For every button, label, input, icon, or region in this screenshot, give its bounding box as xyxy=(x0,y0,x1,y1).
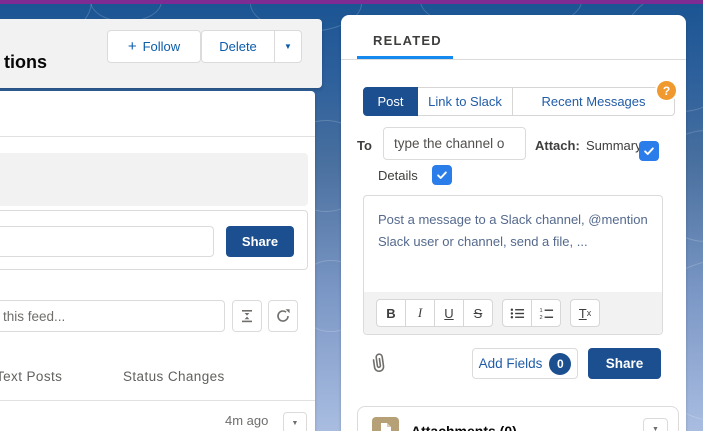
message-composer[interactable]: Post a message to a Slack channel, @ment… xyxy=(363,195,663,335)
feed-panel: Share Text Posts Status Changes 4m ago ▼ xyxy=(0,91,315,431)
related-panel: RELATED Post Link to Slack Recent Messag… xyxy=(341,15,686,431)
chevron-down-icon: ▼ xyxy=(284,42,292,51)
tab-link-to-slack[interactable]: Link to Slack xyxy=(418,87,513,116)
follow-label: Follow xyxy=(143,39,181,54)
feed-share-button[interactable]: Share xyxy=(226,226,294,257)
feed-filter-status-changes[interactable]: Status Changes xyxy=(123,369,225,384)
record-header-card: tions + Follow Delete ▼ xyxy=(0,19,322,88)
italic-button[interactable]: I xyxy=(405,299,435,327)
clear-format-x: x xyxy=(587,308,592,318)
summary-label: Summary xyxy=(586,138,642,153)
details-label: Details xyxy=(378,168,418,183)
publisher-input[interactable] xyxy=(0,226,214,257)
attach-file-button[interactable] xyxy=(367,351,387,380)
tab-recent-messages[interactable]: Recent Messages xyxy=(513,87,675,116)
message-placeholder: Post a message to a Slack channel, @ment… xyxy=(378,209,656,253)
paperclip-icon xyxy=(365,350,388,377)
publisher-box: Share xyxy=(0,210,308,270)
attachments-icon xyxy=(372,417,399,431)
remove-formatting-button[interactable]: Tx xyxy=(570,299,600,327)
help-badge[interactable]: ? xyxy=(657,81,676,100)
add-fields-button[interactable]: Add Fields 0 xyxy=(472,348,578,379)
post-timestamp: 4m ago xyxy=(225,413,268,428)
numbered-list-icon: 1 2 xyxy=(539,307,554,320)
app-canvas: tions + Follow Delete ▼ Share xyxy=(0,0,703,431)
underline-button[interactable]: U xyxy=(434,299,464,327)
clear-format-group: Tx xyxy=(570,299,600,327)
attach-label: Attach: xyxy=(535,138,580,153)
attachments-title: Attachments (0) xyxy=(411,423,517,431)
bullet-list-button[interactable] xyxy=(502,299,532,327)
publisher-toolbar-area xyxy=(0,153,308,206)
top-accent-bar xyxy=(0,0,703,4)
feed-search-input[interactable] xyxy=(0,300,225,332)
list-group: 1 2 xyxy=(502,299,561,327)
text-style-group: B I U S xyxy=(376,299,493,327)
svg-text:1: 1 xyxy=(539,308,542,314)
check-icon xyxy=(643,145,655,157)
chevron-down-icon: ▼ xyxy=(652,426,659,431)
clear-format-t: T xyxy=(579,306,587,321)
attachments-dropdown-button[interactable]: ▼ xyxy=(643,418,668,431)
chevron-down-icon: ▼ xyxy=(292,420,299,427)
check-icon xyxy=(436,169,448,181)
slack-tab-group: Post Link to Slack Recent Messages xyxy=(363,87,675,116)
tab-related[interactable]: RELATED xyxy=(373,33,442,48)
attachments-card: Attachments (0) ▼ xyxy=(357,406,679,431)
collapse-posts-button[interactable] xyxy=(232,300,262,332)
summary-checkbox[interactable] xyxy=(639,141,659,161)
details-checkbox[interactable] xyxy=(432,165,452,185)
delete-button-group: Delete ▼ xyxy=(201,30,302,63)
follow-button[interactable]: + Follow xyxy=(107,30,201,63)
related-tab-divider xyxy=(341,59,686,60)
plus-icon: + xyxy=(128,39,137,54)
add-fields-count-badge: 0 xyxy=(549,353,571,375)
bold-button[interactable]: B xyxy=(376,299,406,327)
svg-text:2: 2 xyxy=(539,315,542,320)
file-icon xyxy=(379,422,393,431)
add-fields-label: Add Fields xyxy=(479,356,543,371)
tab-post[interactable]: Post xyxy=(363,87,418,116)
bullet-list-icon xyxy=(510,307,525,320)
delete-dropdown-button[interactable]: ▼ xyxy=(274,31,301,62)
formatting-toolbar: B I U S 1 xyxy=(364,292,662,334)
refresh-feed-button[interactable] xyxy=(268,300,298,332)
feed-divider xyxy=(0,400,315,401)
record-name: tions xyxy=(4,52,47,73)
numbered-list-button[interactable]: 1 2 xyxy=(531,299,561,327)
slack-channel-input[interactable] xyxy=(383,127,526,160)
refresh-icon xyxy=(275,308,291,324)
feed-filter-text-posts[interactable]: Text Posts xyxy=(0,369,62,384)
slack-share-button[interactable]: Share xyxy=(588,348,661,379)
delete-button[interactable]: Delete xyxy=(202,31,274,62)
post-actions-dropdown[interactable]: ▼ xyxy=(283,412,307,431)
strikethrough-button[interactable]: S xyxy=(463,299,493,327)
to-label: To xyxy=(357,138,372,153)
collapse-icon xyxy=(240,309,254,323)
feed-divider xyxy=(0,136,315,137)
